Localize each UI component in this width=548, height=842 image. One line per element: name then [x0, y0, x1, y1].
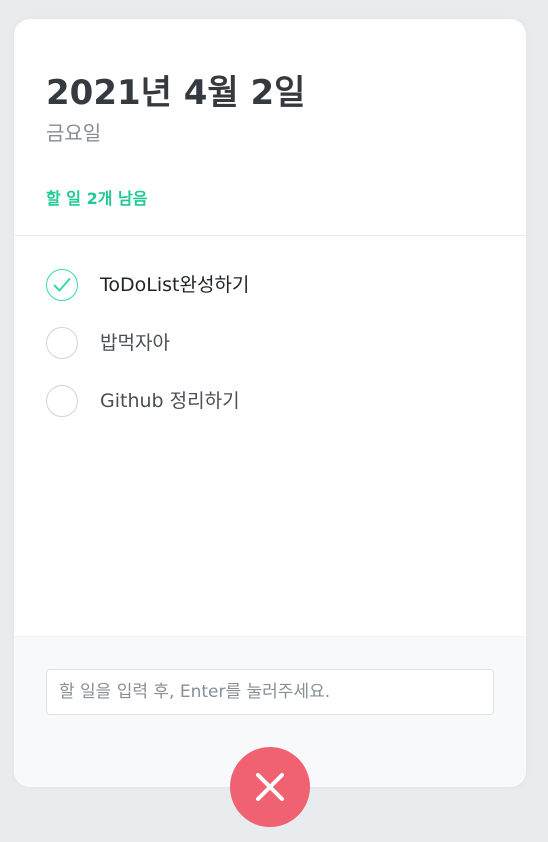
day-of-week: 금요일	[46, 121, 102, 145]
todo-text: 밥먹자아	[100, 332, 170, 354]
todo-checkbox[interactable]	[46, 327, 78, 359]
page-title: 2021년 4월 2일	[46, 73, 306, 113]
close-icon	[256, 773, 284, 801]
todo-header: 2021년 4월 2일 금요일 할 일 2개 남음	[14, 19, 526, 236]
todo-checkbox[interactable]	[46, 269, 78, 301]
list-item[interactable]: ToDoList완성하기	[46, 265, 494, 305]
todo-text: ToDoList완성하기	[100, 274, 250, 296]
tasks-left-count: 할 일 2개 남음	[46, 189, 148, 208]
close-button[interactable]	[230, 747, 310, 827]
check-icon	[53, 278, 71, 292]
todo-checkbox[interactable]	[46, 385, 78, 417]
list-item[interactable]: 밥먹자아	[46, 323, 494, 363]
list-item[interactable]: Github 정리하기	[46, 381, 494, 421]
todo-card: 2021년 4월 2일 금요일 할 일 2개 남음 ToDoList완성하기 밥…	[14, 19, 526, 787]
todo-input[interactable]	[46, 669, 494, 715]
todo-text: Github 정리하기	[100, 390, 240, 412]
